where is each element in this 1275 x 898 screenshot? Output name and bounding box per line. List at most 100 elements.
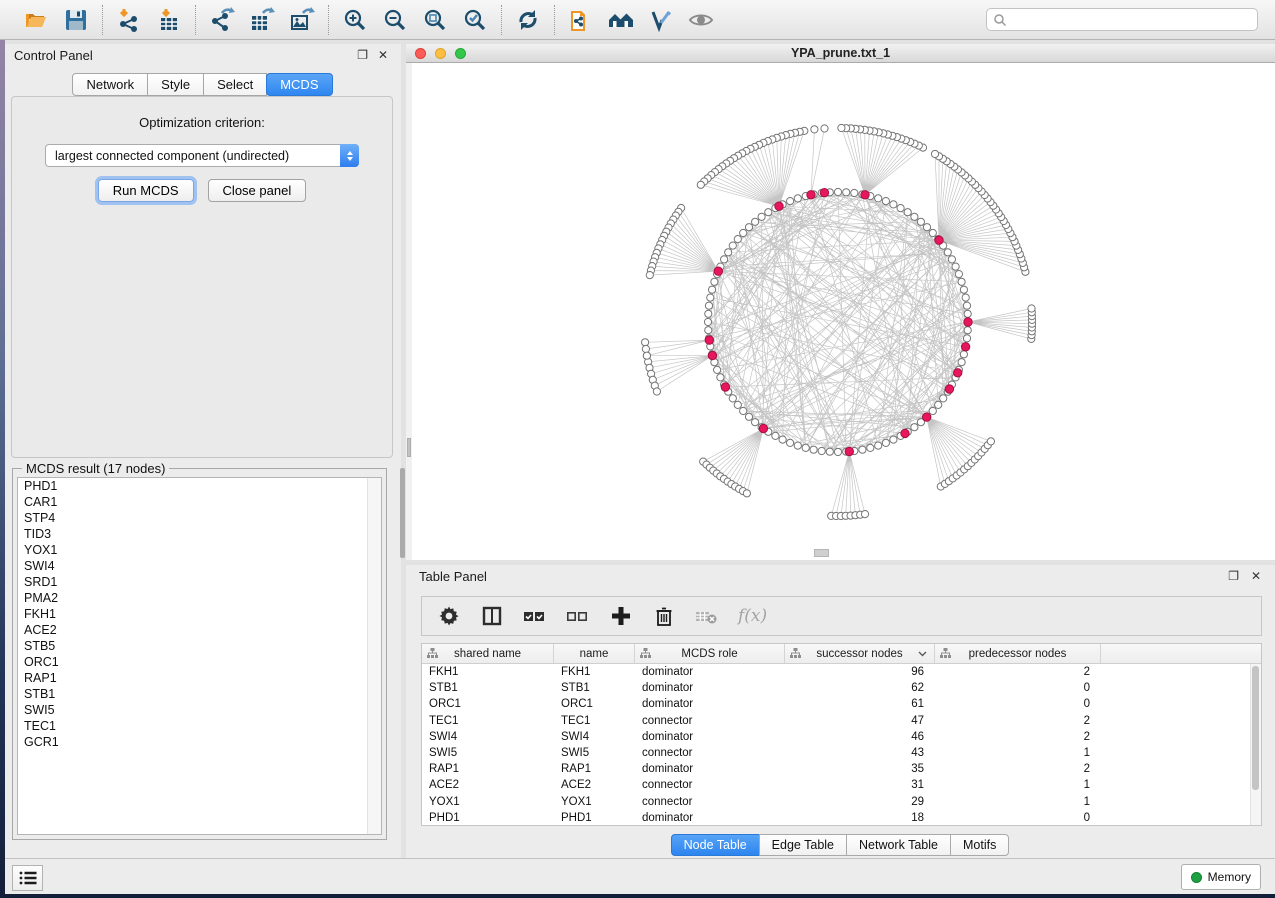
cell-MCDS-role: dominator — [635, 731, 785, 743]
mcds-result-item[interactable]: SRD1 — [18, 574, 381, 590]
mcds-result-item[interactable]: CAR1 — [18, 494, 381, 510]
close-panel-button[interactable]: Close panel — [208, 179, 307, 202]
table-row[interactable]: FKH1FKH1dominator962 — [422, 664, 1261, 680]
table-panel-close-icon[interactable]: ✕ — [1251, 570, 1261, 582]
table-row[interactable]: PHD1PHD1dominator180 — [422, 810, 1261, 826]
network-view-canvas[interactable] — [406, 63, 1275, 560]
cell-name: PHD1 — [554, 812, 635, 824]
cell-name: YOX1 — [554, 796, 635, 808]
search-input[interactable] — [1007, 12, 1257, 28]
mcds-result-item[interactable]: STP4 — [18, 510, 381, 526]
control-panel-tabs: NetworkStyleSelectMCDS — [5, 73, 401, 96]
network-window-titlebar[interactable]: YPA_prune.txt_1 — [406, 44, 1275, 63]
export-network-icon[interactable] — [209, 7, 235, 33]
mcds-result-item[interactable]: ORC1 — [18, 654, 381, 670]
deselect-all-checkboxes-icon[interactable] — [566, 604, 590, 628]
control-panel-scrollbar[interactable] — [400, 468, 405, 558]
control-panel-float-icon[interactable]: ❐ — [357, 49, 368, 61]
zoom-in-icon[interactable] — [342, 7, 368, 33]
network-window: YPA_prune.txt_1 — [406, 44, 1275, 560]
network-from-file-icon[interactable] — [568, 7, 594, 33]
refresh-layout-icon[interactable] — [515, 7, 541, 33]
column-header-name[interactable]: name — [554, 644, 635, 663]
run-mcds-button[interactable]: Run MCDS — [98, 179, 194, 202]
tab-style[interactable]: Style — [147, 73, 204, 96]
cell-MCDS-role: dominator — [635, 812, 785, 824]
task-history-button[interactable] — [12, 865, 43, 891]
select-all-checkboxes-icon[interactable] — [523, 604, 547, 628]
table-row[interactable]: ACE2ACE2connector311 — [422, 777, 1261, 793]
toggle-visibility-icon[interactable] — [688, 7, 714, 33]
clear-table-icon[interactable] — [695, 604, 719, 628]
mcds-result-item[interactable]: ACE2 — [18, 622, 381, 638]
mcds-result-item[interactable]: SWI4 — [18, 558, 381, 574]
table-scrollbar[interactable] — [1250, 664, 1261, 825]
network-horizontal-scrollbar[interactable] — [814, 549, 829, 557]
table-row[interactable]: YOX1YOX1connector291 — [422, 794, 1261, 810]
mcds-result-item[interactable]: GCR1 — [18, 734, 381, 750]
tab-mcds[interactable]: MCDS — [266, 73, 332, 96]
cell-predecessor-nodes: 0 — [935, 698, 1101, 710]
zoom-selected-icon[interactable] — [462, 7, 488, 33]
mcds-result-list[interactable]: PHD1CAR1STP4TID3YOX1SWI4SRD1PMA2FKH1ACE2… — [17, 477, 382, 835]
column-header-successor-nodes[interactable]: successor nodes — [785, 644, 935, 663]
criterion-select[interactable]: largest connected component (undirected) — [45, 144, 359, 167]
mcds-result-item[interactable]: RAP1 — [18, 670, 381, 686]
tab-network[interactable]: Network — [72, 73, 148, 96]
column-header-predecessor-nodes[interactable]: predecessor nodes — [935, 644, 1101, 663]
mcds-result-item[interactable]: STB5 — [18, 638, 381, 654]
import-table-icon[interactable] — [156, 7, 182, 33]
cell-successor-nodes: 61 — [785, 698, 935, 710]
mcds-result-item[interactable]: TID3 — [18, 526, 381, 542]
cell-successor-nodes: 18 — [785, 812, 935, 824]
style-tool-icon[interactable] — [648, 7, 674, 33]
tab-select[interactable]: Select — [203, 73, 267, 96]
add-column-icon[interactable] — [609, 604, 633, 628]
table-row[interactable]: ORC1ORC1dominator610 — [422, 696, 1261, 712]
import-network-icon[interactable] — [116, 7, 142, 33]
export-image-icon[interactable] — [289, 7, 315, 33]
two-pane-icon[interactable] — [480, 604, 504, 628]
save-session-icon[interactable] — [63, 7, 89, 33]
home-pages-icon[interactable] — [608, 7, 634, 33]
network-vertical-scrollbar[interactable] — [406, 63, 412, 560]
settings-gear-icon[interactable] — [437, 604, 461, 628]
network-window-title: YPA_prune.txt_1 — [406, 46, 1275, 60]
function-builder-icon[interactable]: f(x) — [738, 606, 767, 626]
memory-status-icon — [1191, 872, 1202, 883]
table-panel-float-icon[interactable]: ❐ — [1228, 570, 1239, 582]
table-row[interactable]: TEC1TEC1connector472 — [422, 713, 1261, 729]
mcds-result-item[interactable]: SWI5 — [18, 702, 381, 718]
zoom-fit-icon[interactable] — [422, 7, 448, 33]
cell-MCDS-role: connector — [635, 796, 785, 808]
export-table-icon[interactable] — [249, 7, 275, 33]
mcds-result-item[interactable]: FKH1 — [18, 606, 381, 622]
cell-name: SWI5 — [554, 747, 635, 759]
mcds-result-item[interactable]: TEC1 — [18, 718, 381, 734]
tab-motifs[interactable]: Motifs — [950, 834, 1009, 856]
column-header-MCDS-role[interactable]: MCDS role — [635, 644, 785, 663]
delete-column-icon[interactable] — [652, 604, 676, 628]
mcds-list-scrollbar[interactable] — [367, 478, 381, 834]
mcds-result-item[interactable]: PHD1 — [18, 478, 381, 494]
control-panel-close-icon[interactable]: ✕ — [378, 49, 388, 61]
tab-node-table[interactable]: Node Table — [671, 834, 760, 856]
cell-predecessor-nodes: 0 — [935, 812, 1101, 824]
cell-successor-nodes: 35 — [785, 763, 935, 775]
table-row[interactable]: SWI5SWI5connector431 — [422, 745, 1261, 761]
column-header-shared-name[interactable]: shared name — [422, 644, 554, 663]
memory-button[interactable]: Memory — [1181, 864, 1261, 890]
table-row[interactable]: STB1STB1dominator620 — [422, 680, 1261, 696]
mcds-tab-content: Optimization criterion: largest connecte… — [11, 96, 393, 458]
mcds-result-item[interactable]: STB1 — [18, 686, 381, 702]
mcds-result-item[interactable]: YOX1 — [18, 542, 381, 558]
tab-network-table[interactable]: Network Table — [846, 834, 951, 856]
table-toolbar: f(x) — [421, 596, 1262, 636]
cell-successor-nodes: 47 — [785, 715, 935, 727]
open-session-icon[interactable] — [23, 7, 49, 33]
mcds-result-item[interactable]: PMA2 — [18, 590, 381, 606]
table-row[interactable]: SWI4SWI4dominator462 — [422, 729, 1261, 745]
table-row[interactable]: RAP1RAP1dominator352 — [422, 761, 1261, 777]
zoom-out-icon[interactable] — [382, 7, 408, 33]
tab-edge-table[interactable]: Edge Table — [759, 834, 847, 856]
